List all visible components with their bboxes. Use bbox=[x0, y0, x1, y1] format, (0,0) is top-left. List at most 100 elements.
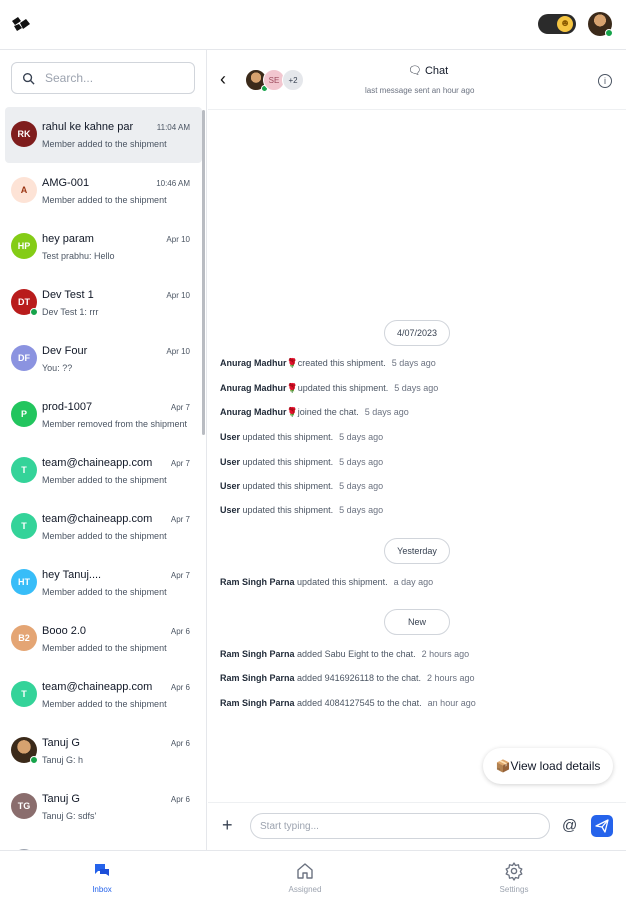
event-text: added 4084127545 to the chat. bbox=[297, 698, 422, 708]
conversation-preview: Member removed from the shipment bbox=[42, 419, 187, 429]
theme-toggle[interactable]: ☻ bbox=[538, 14, 576, 34]
send-button[interactable] bbox=[591, 815, 613, 837]
user-avatar[interactable] bbox=[588, 12, 613, 37]
event-actor: User bbox=[220, 457, 241, 467]
conversation-name: AMG-001 bbox=[42, 177, 90, 189]
event-actor: Anurag Madhur bbox=[220, 383, 287, 393]
event-time: 5 days ago bbox=[339, 432, 384, 442]
system-event: User updated this shipment. 5 days ago bbox=[220, 481, 383, 491]
event-text: updated this shipment. bbox=[242, 505, 334, 515]
avatar: B2 bbox=[11, 625, 37, 651]
event-text: added 9416926118 to the chat. bbox=[297, 673, 421, 683]
nav-settings-label: Settings bbox=[499, 885, 529, 894]
conversation-time: Apr 10 bbox=[166, 235, 190, 244]
event-text: updated this shipment. bbox=[242, 481, 334, 491]
attach-plus-icon[interactable]: + bbox=[222, 815, 233, 835]
conversation-item[interactable]: HT hey Tanuj.... Apr 7 Member added to the … bbox=[0, 555, 206, 611]
date-divider: New bbox=[384, 609, 450, 635]
chat-subtitle: last message sent an hour ago bbox=[365, 86, 475, 95]
event-time: 5 days ago bbox=[394, 383, 439, 393]
conversation-preview: Tanuj G: sdfs' bbox=[42, 811, 97, 821]
app-logo-icon[interactable] bbox=[10, 15, 32, 33]
conversation-item[interactable]: DT Dev Test 1 Apr 10 Dev Test 1: rrr bbox=[0, 275, 206, 331]
event-time: 2 hours ago bbox=[421, 649, 470, 659]
conversation-item[interactable]: Tteam@chaineapp.com Apr 7 Member added to … bbox=[0, 443, 206, 499]
search-box[interactable] bbox=[11, 62, 195, 94]
sun-icon: ☻ bbox=[557, 16, 573, 32]
nav-settings[interactable]: Settings bbox=[474, 861, 554, 894]
conversation-name: team@chaineapp.com bbox=[42, 513, 153, 525]
view-load-details-button[interactable]: 📦View load details bbox=[483, 748, 613, 784]
conversation-name: rahul ke kahne par bbox=[42, 121, 134, 133]
conversation-name: team@chaineapp.com bbox=[42, 457, 153, 469]
conversation-time: Apr 6 bbox=[170, 739, 190, 748]
conversation-item[interactable]: TG Tanuj G Apr 6 Tanuj G: sdfs' bbox=[0, 779, 206, 835]
avatar: TG bbox=[11, 793, 37, 819]
conversation-time: Apr 7 bbox=[170, 571, 190, 580]
event-actor: Ram Singh Parna bbox=[220, 673, 295, 683]
avatar: DT bbox=[11, 289, 38, 316]
conversation-name: Dev Four bbox=[42, 345, 88, 357]
bottom-nav: Inbox Assigned Settings bbox=[0, 850, 626, 900]
conversation-name: prod-1007 bbox=[42, 401, 93, 413]
online-indicator bbox=[605, 29, 613, 37]
nav-assigned-label: Assigned bbox=[288, 885, 322, 894]
chat-title-text: Chat bbox=[424, 65, 449, 77]
conversation-preview: Member added to the shipment bbox=[42, 699, 167, 709]
conversation-item[interactable]: B2 Booo 2.0 Apr 6 Member added to the shipm… bbox=[0, 611, 206, 667]
back-button[interactable]: ‹ bbox=[220, 68, 236, 90]
system-event: Ram Singh Parna added 9416926118 to the … bbox=[220, 673, 475, 683]
mention-icon[interactable]: @ bbox=[562, 816, 577, 836]
event-text: added Sabu Eight to the chat. bbox=[297, 649, 416, 659]
event-actor: User bbox=[220, 432, 241, 442]
event-actor: Anurag Madhur bbox=[220, 407, 287, 417]
avatar: T bbox=[11, 457, 37, 483]
event-actor: Ram Singh Parna bbox=[220, 577, 295, 587]
conversation-item[interactable]: Tteam@chaineapp.com Apr 7 Member added to … bbox=[0, 499, 206, 555]
date-divider: Yesterday bbox=[384, 538, 450, 564]
system-event: User updated this shipment. 5 days ago bbox=[220, 505, 383, 515]
conversation-item[interactable]: Pprod-1007 Apr 7 Member removed from the s… bbox=[0, 387, 206, 443]
conversation-item[interactable]: TH-1001Apr 6 bbox=[0, 835, 206, 850]
nav-inbox[interactable]: Inbox bbox=[62, 861, 142, 894]
conversation-name: Tanuj G bbox=[42, 737, 80, 749]
system-event: Ram Singh Parna added 4084127545 to the … bbox=[220, 698, 476, 708]
nav-assigned[interactable]: Assigned bbox=[265, 861, 345, 894]
conversation-preview: Member added to the shipment bbox=[42, 643, 167, 653]
search-input[interactable] bbox=[45, 71, 185, 85]
conversation-name: Tanuj G bbox=[42, 793, 80, 805]
avatar: T bbox=[11, 681, 37, 707]
conversation-time: Apr 7 bbox=[170, 403, 190, 412]
conversation-time: Apr 10 bbox=[166, 347, 190, 356]
conversation-time: Apr 6 bbox=[170, 683, 190, 692]
conversation-item[interactable]: HP hey param Apr 10 Test prabhu: Hello bbox=[0, 219, 206, 275]
inbox-icon bbox=[95, 864, 109, 876]
avatar: P bbox=[11, 401, 37, 427]
system-event: Anurag Madhur🌹created this shipment. 5 da… bbox=[220, 358, 436, 369]
conversation-item[interactable]: RK rahul ke kahne par 11:04 AM Member added… bbox=[5, 107, 202, 163]
event-text: updated this shipment. bbox=[297, 383, 389, 393]
event-text: updated this shipment. bbox=[242, 432, 334, 442]
event-time: 5 days ago bbox=[364, 407, 409, 417]
nav-inbox-label: Inbox bbox=[92, 885, 112, 894]
conversation-preview: Tanuj G: h bbox=[42, 755, 84, 765]
conversation-list: RK rahul ke kahne par 11:04 AM Member added… bbox=[0, 107, 206, 850]
conversation-name: Booo 2.0 bbox=[42, 625, 87, 637]
avatar: RK bbox=[11, 121, 37, 147]
message-input[interactable] bbox=[250, 813, 550, 839]
online-indicator bbox=[30, 308, 38, 316]
event-text: updated this shipment. bbox=[297, 577, 388, 587]
conversation-item[interactable]: A AMG-001 10:46 AM Member added to the ship… bbox=[0, 163, 206, 219]
gear-icon bbox=[505, 862, 523, 881]
sidebar-scrollbar[interactable] bbox=[202, 110, 205, 435]
conversation-item[interactable]: DF Dev Four Apr 10 You: ?? bbox=[0, 331, 206, 387]
conversation-time: 11:04 AM bbox=[156, 123, 190, 132]
conversation-item[interactable]: Tanuj G Apr 6 Tanuj G: h bbox=[0, 723, 206, 779]
event-time: a day ago bbox=[393, 577, 434, 587]
event-actor: Anurag Madhur bbox=[220, 358, 287, 368]
conversation-item[interactable]: Tteam@chaineapp.com Apr 6 Member added to … bbox=[0, 667, 206, 723]
event-time: an hour ago bbox=[427, 698, 476, 708]
conversation-preview: Member added to the shipment bbox=[42, 587, 167, 597]
info-icon[interactable]: i bbox=[598, 74, 612, 88]
conversation-sidebar: RK rahul ke kahne par 11:04 AM Member added… bbox=[0, 50, 207, 850]
